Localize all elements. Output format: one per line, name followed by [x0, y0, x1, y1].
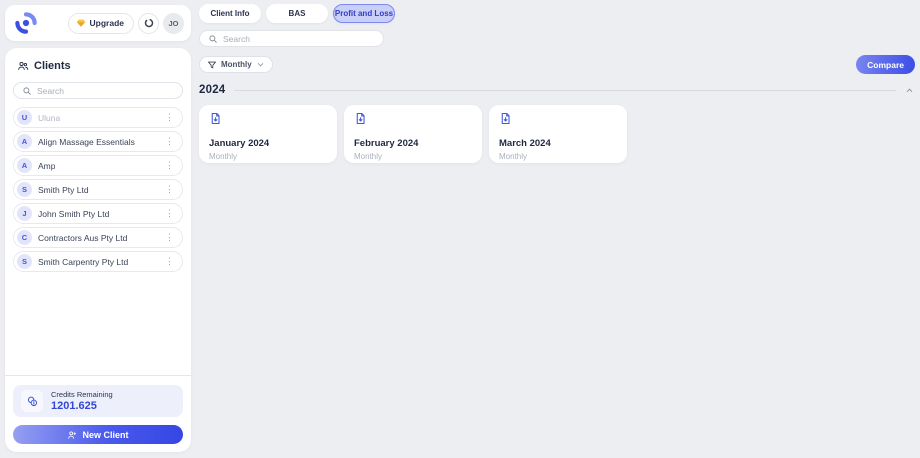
report-subtitle: Monthly: [209, 152, 238, 161]
sync-button[interactable]: [138, 12, 159, 34]
topbar: Upgrade JO: [5, 5, 191, 41]
client-list-item[interactable]: J John Smith Pty Ltd ⋮: [13, 203, 183, 224]
brand-logo-icon[interactable]: [15, 12, 37, 34]
client-list-item[interactable]: C Contractors Aus Pty Ltd ⋮: [13, 227, 183, 248]
main-search-input[interactable]: [223, 33, 375, 44]
client-avatar-initial: A: [21, 161, 28, 170]
main-search: [199, 30, 384, 47]
report-card[interactable]: February 2024 Monthly: [344, 105, 482, 163]
client-menu-button[interactable]: ⋮: [162, 183, 177, 196]
credits-value: 1201.625: [51, 400, 97, 412]
client-list-item[interactable]: U Uluna ⋮: [13, 107, 183, 128]
report-card[interactable]: January 2024 Monthly: [199, 105, 337, 163]
client-avatar: S: [17, 254, 32, 269]
client-name: Amp: [38, 160, 56, 171]
credits-label: Credits Remaining: [51, 390, 113, 399]
new-client-button[interactable]: New Client: [13, 425, 183, 444]
report-subtitle: Monthly: [354, 152, 383, 161]
chevron-down-icon: [256, 60, 265, 69]
client-avatar-initial: A: [21, 137, 28, 146]
period-filter-button[interactable]: Monthly: [199, 56, 273, 73]
client-list-item[interactable]: S Smith Carpentry Pty Ltd ⋮: [13, 251, 183, 272]
collapse-section-button[interactable]: [904, 85, 915, 96]
compare-button[interactable]: Compare: [856, 55, 915, 74]
tab[interactable]: Profit and Loss: [333, 4, 395, 23]
year-divider: [234, 89, 896, 91]
controls-row: Monthly Compare: [199, 55, 915, 74]
main-content: Client Info BAS Profit and Loss Monthly: [199, 4, 915, 163]
funnel-icon: [207, 60, 217, 70]
client-list-item[interactable]: S Smith Pty Ltd ⋮: [13, 179, 183, 200]
new-client-label: New Client: [82, 429, 129, 440]
report-card-list: January 2024 Monthly February 2024 Month…: [199, 105, 915, 163]
upgrade-label: Upgrade: [89, 18, 124, 28]
client-menu-button[interactable]: ⋮: [162, 159, 177, 172]
chevron-up-icon: [905, 86, 914, 95]
sidebar-search-input[interactable]: [37, 85, 174, 96]
client-name: John Smith Pty Ltd: [38, 208, 110, 219]
tabs: Client Info BAS Profit and Loss: [199, 4, 915, 23]
period-filter-label: Monthly: [221, 60, 252, 69]
person-plus-icon: [67, 430, 77, 440]
clients-sidebar: Clients U Uluna ⋮ A Align Massage Essent…: [5, 48, 191, 452]
client-name: Uluna: [38, 112, 61, 123]
document-download-icon: [499, 112, 512, 125]
upgrade-button[interactable]: Upgrade: [67, 12, 134, 34]
client-list: U Uluna ⋮ A Align Massage Essentials ⋮ A…: [13, 107, 183, 272]
tab-label: BAS: [288, 9, 306, 18]
people-icon: [17, 60, 29, 72]
client-avatar: J: [17, 206, 32, 221]
client-avatar: A: [17, 158, 32, 173]
client-avatar-initial: U: [21, 113, 28, 122]
client-list-item[interactable]: A Amp ⋮: [13, 155, 183, 176]
coins-icon: [26, 395, 39, 408]
client-menu-button[interactable]: ⋮: [162, 207, 177, 220]
gem-icon: [76, 18, 86, 28]
client-avatar: S: [17, 182, 32, 197]
client-name: Align Massage Essentials: [38, 136, 135, 147]
client-menu-button[interactable]: ⋮: [162, 255, 177, 268]
client-avatar: U: [17, 110, 32, 125]
credits-text: Credits Remaining 1201.625: [51, 390, 113, 412]
report-title: January 2024: [209, 138, 270, 149]
clients-header: Clients: [17, 60, 183, 72]
credits-icon-box: [21, 390, 43, 412]
report-subtitle: Monthly: [499, 152, 528, 161]
tab-label: Profit and Loss: [334, 9, 394, 18]
credits-panel: Credits Remaining 1201.625: [13, 385, 183, 417]
report-title: March 2024: [499, 138, 551, 149]
tab[interactable]: Client Info: [199, 4, 261, 23]
client-avatar: A: [17, 134, 32, 149]
report-card[interactable]: March 2024 Monthly: [489, 105, 627, 163]
document-download-icon: [209, 112, 222, 125]
client-menu-button[interactable]: ⋮: [162, 231, 177, 244]
ring-icon: [143, 17, 155, 29]
tab[interactable]: BAS: [266, 4, 328, 23]
client-avatar-initial: S: [21, 185, 27, 194]
client-avatar-initial: C: [21, 233, 28, 242]
report-title: February 2024: [354, 138, 419, 149]
search-icon: [208, 34, 218, 44]
sidebar-search: [13, 82, 183, 99]
year-label: 2024: [199, 84, 226, 96]
user-avatar[interactable]: JO: [163, 12, 184, 34]
year-section-header: 2024: [199, 84, 915, 96]
client-avatar: C: [17, 230, 32, 245]
search-icon: [22, 86, 32, 96]
client-name: Smith Pty Ltd: [38, 184, 89, 195]
client-name: Smith Carpentry Pty Ltd: [38, 256, 129, 267]
client-avatar-initial: J: [22, 209, 27, 218]
sidebar-divider: [5, 375, 191, 376]
client-list-item[interactable]: A Align Massage Essentials ⋮: [13, 131, 183, 152]
user-avatar-initials: JO: [168, 18, 179, 28]
clients-title: Clients: [34, 60, 71, 72]
tab-label: Client Info: [210, 9, 250, 18]
document-download-icon: [354, 112, 367, 125]
client-name: Contractors Aus Pty Ltd: [38, 232, 128, 243]
client-avatar-initial: S: [21, 257, 27, 266]
client-menu-button[interactable]: ⋮: [162, 135, 177, 148]
client-menu-button[interactable]: ⋮: [162, 111, 177, 124]
